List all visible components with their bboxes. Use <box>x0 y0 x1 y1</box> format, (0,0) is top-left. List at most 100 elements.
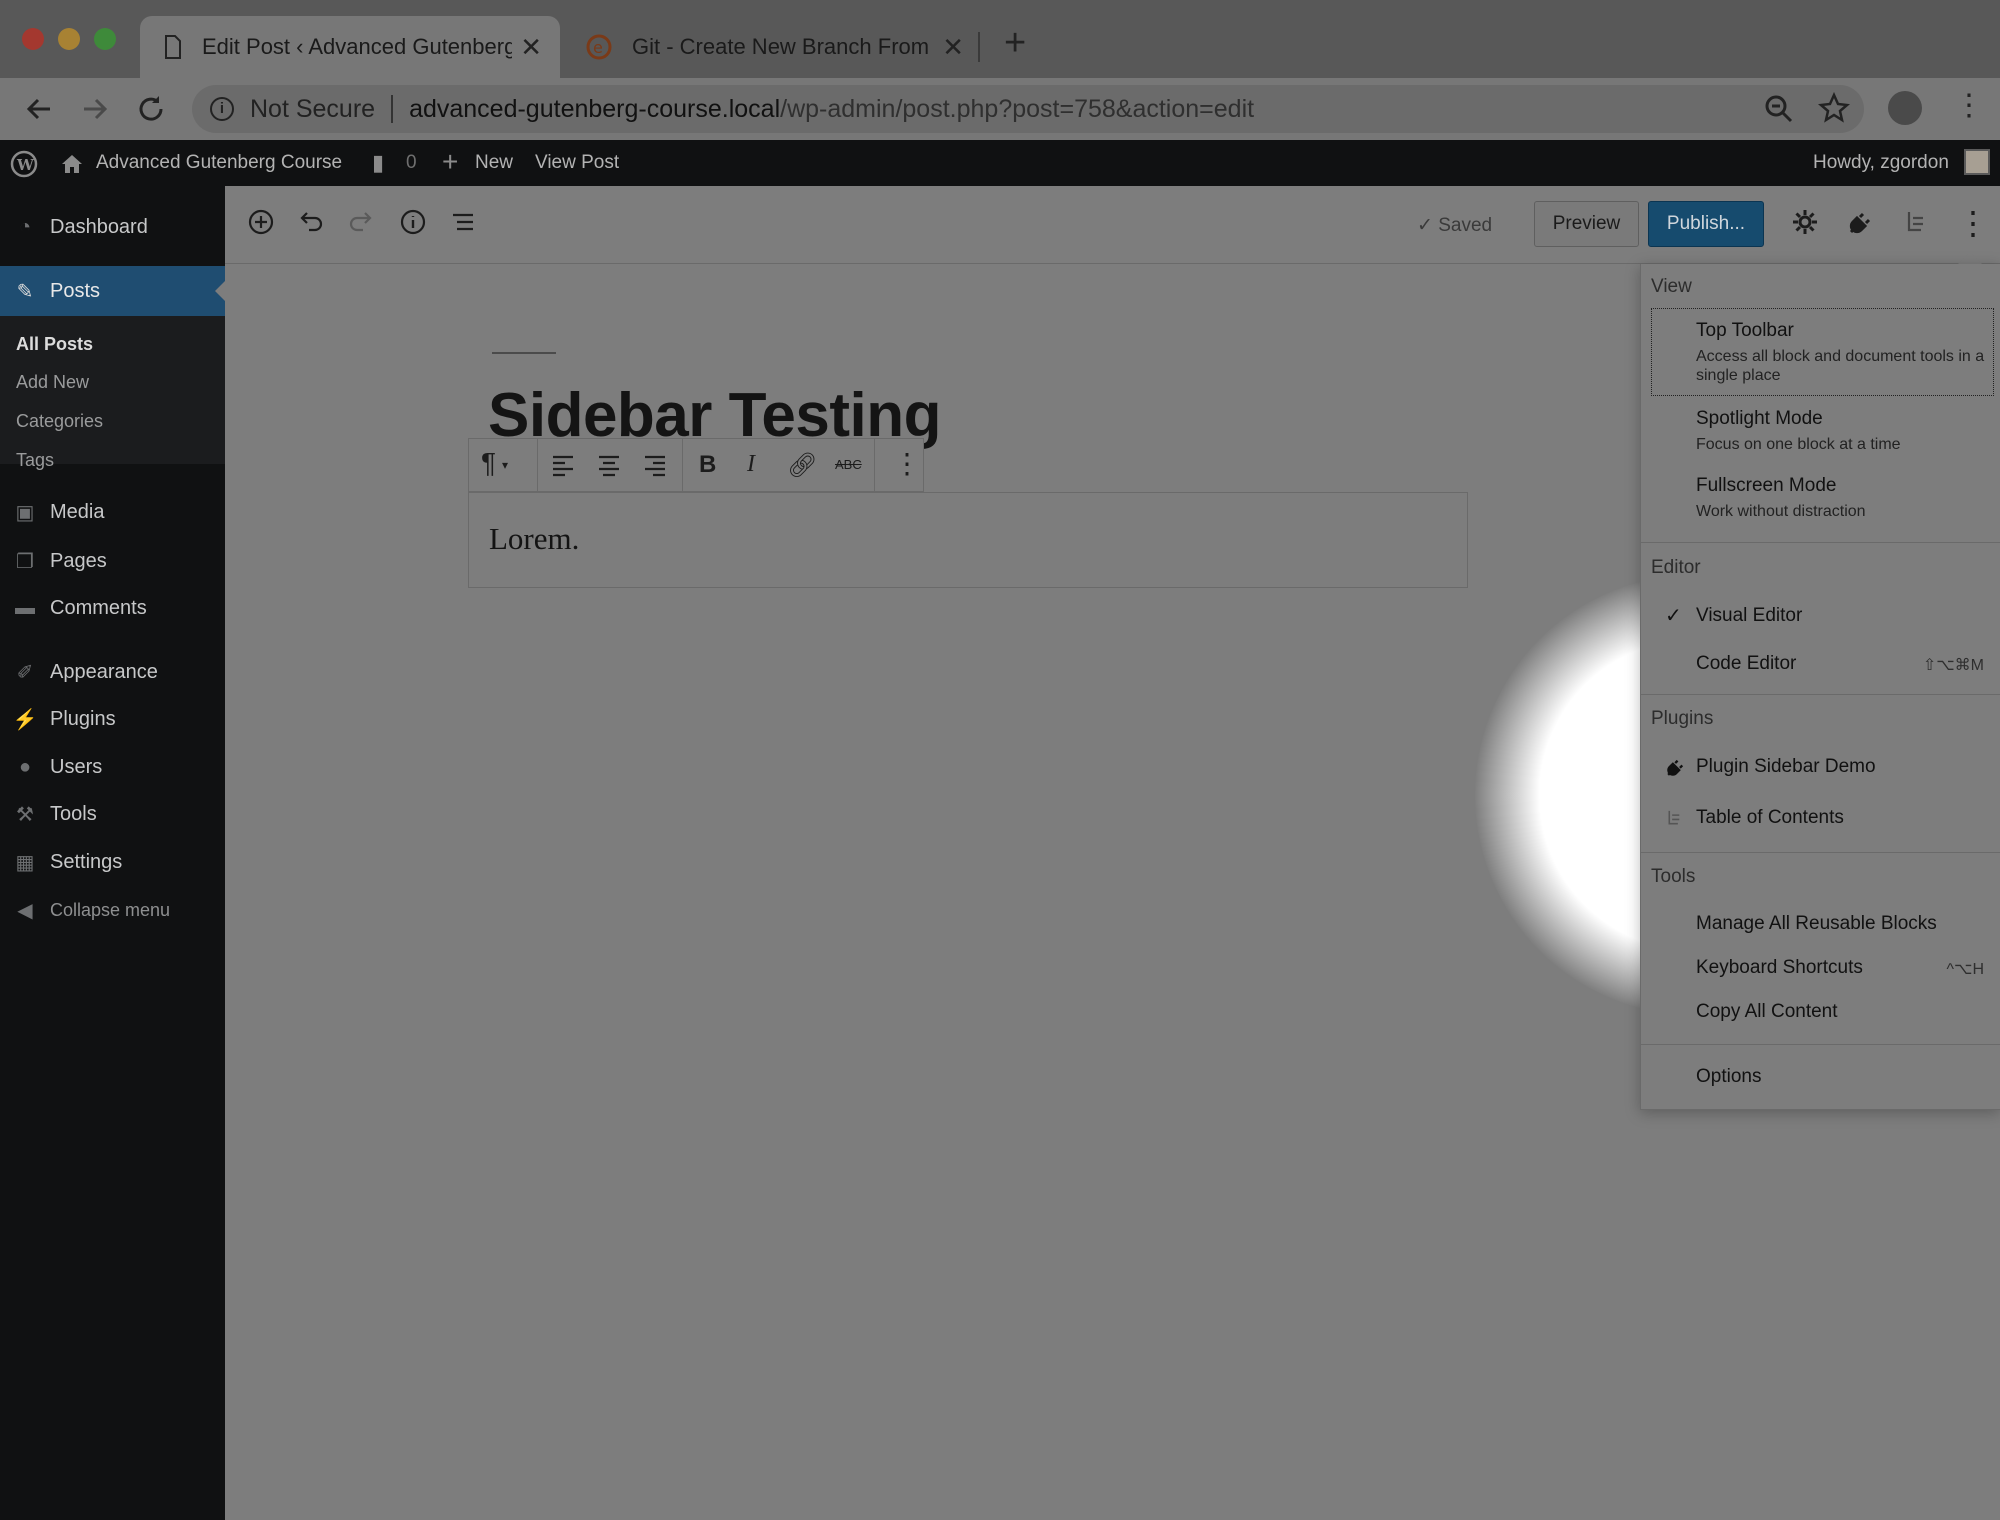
sidebar-item-users[interactable]: ● Users <box>0 745 225 789</box>
align-right-icon[interactable] <box>643 455 667 477</box>
align-left-icon[interactable] <box>551 455 575 477</box>
forward-icon[interactable] <box>80 94 110 124</box>
menu-item-copy-all-content[interactable]: Copy All Content <box>1696 1001 1838 1023</box>
block-more-icon[interactable]: ⋮ <box>893 447 921 480</box>
user-icon: ● <box>18 755 32 778</box>
plug-icon[interactable] <box>1847 208 1875 236</box>
menu-item-code-editor[interactable]: Code Editor <box>1696 653 1796 675</box>
sidebar-item-media[interactable]: ▣ Media <box>0 490 225 534</box>
url-omnibox[interactable]: i Not Secure advanced-gutenberg-course.l… <box>192 85 1864 133</box>
menu-item-table-of-contents[interactable]: Table of Contents <box>1696 807 1844 829</box>
new-content-link[interactable]: New <box>475 152 513 174</box>
block-navigation-icon[interactable] <box>449 208 477 236</box>
paragraph-icon[interactable]: ¶ ▾ <box>481 447 508 479</box>
document-icon <box>165 35 181 59</box>
sidebar-item-plugins[interactable]: ⚡ Plugins <box>0 697 225 741</box>
align-center-icon[interactable] <box>597 455 621 477</box>
close-tab-icon[interactable]: ✕ <box>942 32 964 63</box>
menu-item-desc: Access all block and document tools in a… <box>1696 348 1985 384</box>
menu-group-tools: Tools <box>1651 866 1696 887</box>
toolbar-divider <box>537 439 538 493</box>
user-avatar[interactable] <box>1964 149 1990 175</box>
sidebar-item-settings[interactable]: ▦ Settings <box>0 840 225 884</box>
pages-icon: ❐ <box>16 550 34 573</box>
title-separator <box>492 352 556 354</box>
shortcut-keyboard-shortcuts: ^⌥H <box>1946 961 1985 978</box>
view-post-link[interactable]: View Post <box>535 152 619 174</box>
media-icon: ▣ <box>15 501 35 524</box>
bookmark-star-icon[interactable] <box>1818 92 1850 124</box>
home-icon <box>62 155 82 173</box>
reload-icon[interactable] <box>136 94 166 124</box>
saved-label: Saved <box>1438 215 1493 236</box>
paragraph-text[interactable]: Lorem. <box>489 521 579 557</box>
comments-count[interactable]: 0 <box>406 152 417 174</box>
submenu-add-new[interactable]: Add New <box>16 372 89 393</box>
info-icon[interactable]: i <box>210 97 234 121</box>
editor-header: ✓ Saved Preview Publish... ⋮ <box>225 186 2000 264</box>
profile-avatar-icon[interactable] <box>1888 91 1922 125</box>
undo-icon[interactable] <box>297 208 325 236</box>
address-bar-row: i Not Secure advanced-gutenberg-course.l… <box>0 78 2000 140</box>
wp-admin-bar: W Advanced Gutenberg Course ▮ 0 + New Vi… <box>0 140 2000 186</box>
menu-item-desc: Work without distraction <box>1696 503 1866 520</box>
chevron-down-icon: ▾ <box>502 457 509 472</box>
table-of-contents-icon[interactable] <box>1903 208 1931 236</box>
pin-icon: ✎ <box>16 280 34 303</box>
wordpress-logo-icon[interactable]: W <box>10 150 38 178</box>
paragraph-block[interactable]: Lorem. <box>468 492 1468 588</box>
maximize-window-button[interactable] <box>94 28 116 50</box>
menu-item-plugin-sidebar-demo[interactable]: Plugin Sidebar Demo <box>1696 756 1876 778</box>
sidebar-item-label: Dashboard <box>50 215 148 238</box>
sidebar-item-appearance[interactable]: ✐ Appearance <box>0 650 225 694</box>
back-icon[interactable] <box>24 94 54 124</box>
submenu-categories[interactable]: Categories <box>16 411 103 432</box>
more-menu-icon[interactable]: ⋮ <box>1957 204 1989 242</box>
link-icon[interactable]: 🔗︎ <box>787 451 817 480</box>
collapse-menu-button[interactable]: ◀ Collapse menu <box>0 888 225 932</box>
italic-icon[interactable]: I <box>747 451 755 478</box>
sidebar-item-dashboard[interactable]: ◔ Dashboard <box>0 205 225 249</box>
close-tab-icon[interactable]: ✕ <box>520 32 542 63</box>
sidebar-item-label: Media <box>50 500 105 523</box>
sidebar-item-comments[interactable]: ▬ Comments <box>0 586 225 630</box>
tab-git-branch[interactable]: e Git - Create New Branch From ✕ <box>562 16 982 78</box>
sidebar-item-label: Plugins <box>50 707 116 730</box>
menu-group-view: View <box>1651 276 1692 297</box>
url-path: /wp-admin/post.php?post=758&action=edit <box>780 94 1255 123</box>
menu-item-options[interactable]: Options <box>1696 1066 1761 1088</box>
submenu-tags[interactable]: Tags <box>16 450 54 471</box>
preview-button[interactable]: Preview <box>1534 201 1639 247</box>
menu-separator <box>1641 542 2000 543</box>
menu-item-visual-editor[interactable]: Visual Editor <box>1696 605 1802 627</box>
redo-icon[interactable] <box>347 208 375 236</box>
sidebar-item-pages[interactable]: ❐ Pages <box>0 539 225 583</box>
menu-item-keyboard-shortcuts[interactable]: Keyboard Shortcuts <box>1696 957 1863 979</box>
strikethrough-icon[interactable]: ABC <box>835 457 862 472</box>
sidebar-item-label: Posts <box>50 279 101 302</box>
menu-item-fullscreen-mode[interactable]: Fullscreen Mode <box>1696 475 1836 497</box>
bold-icon[interactable]: B <box>699 451 716 479</box>
comment-icon[interactable]: ▮ <box>372 150 384 176</box>
menu-item-top-toolbar[interactable]: Top Toolbar <box>1696 320 1794 342</box>
close-window-button[interactable] <box>22 28 44 50</box>
publish-button[interactable]: Publish... <box>1648 201 1764 247</box>
sidebar-item-label: Collapse menu <box>50 899 171 920</box>
minimize-window-button[interactable] <box>58 28 80 50</box>
sidebar-item-posts[interactable]: ✎ Posts <box>0 266 225 316</box>
tab-edit-post[interactable]: Edit Post ‹ Advanced Gutenberg ✕ <box>140 16 560 78</box>
submenu-all-posts[interactable]: All Posts <box>16 334 93 355</box>
menu-item-manage-reusable-blocks[interactable]: Manage All Reusable Blocks <box>1696 913 1937 935</box>
url-domain: advanced-gutenberg-course.local <box>409 94 781 123</box>
menu-separator <box>1641 852 2000 853</box>
info-icon[interactable] <box>399 208 427 236</box>
browser-menu-icon[interactable]: ⋮ <box>1954 88 1984 123</box>
zoom-icon[interactable] <box>1764 94 1794 124</box>
add-block-icon[interactable] <box>247 208 275 236</box>
site-name-link[interactable]: Advanced Gutenberg Course <box>96 152 342 174</box>
sidebar-item-tools[interactable]: ⚒ Tools <box>0 792 225 836</box>
menu-item-spotlight-mode[interactable]: Spotlight Mode <box>1696 408 1823 430</box>
howdy-greeting[interactable]: Howdy, zgordon <box>1813 152 1949 174</box>
settings-gear-icon[interactable] <box>1791 208 1819 236</box>
new-tab-icon[interactable]: + <box>1004 22 1026 65</box>
